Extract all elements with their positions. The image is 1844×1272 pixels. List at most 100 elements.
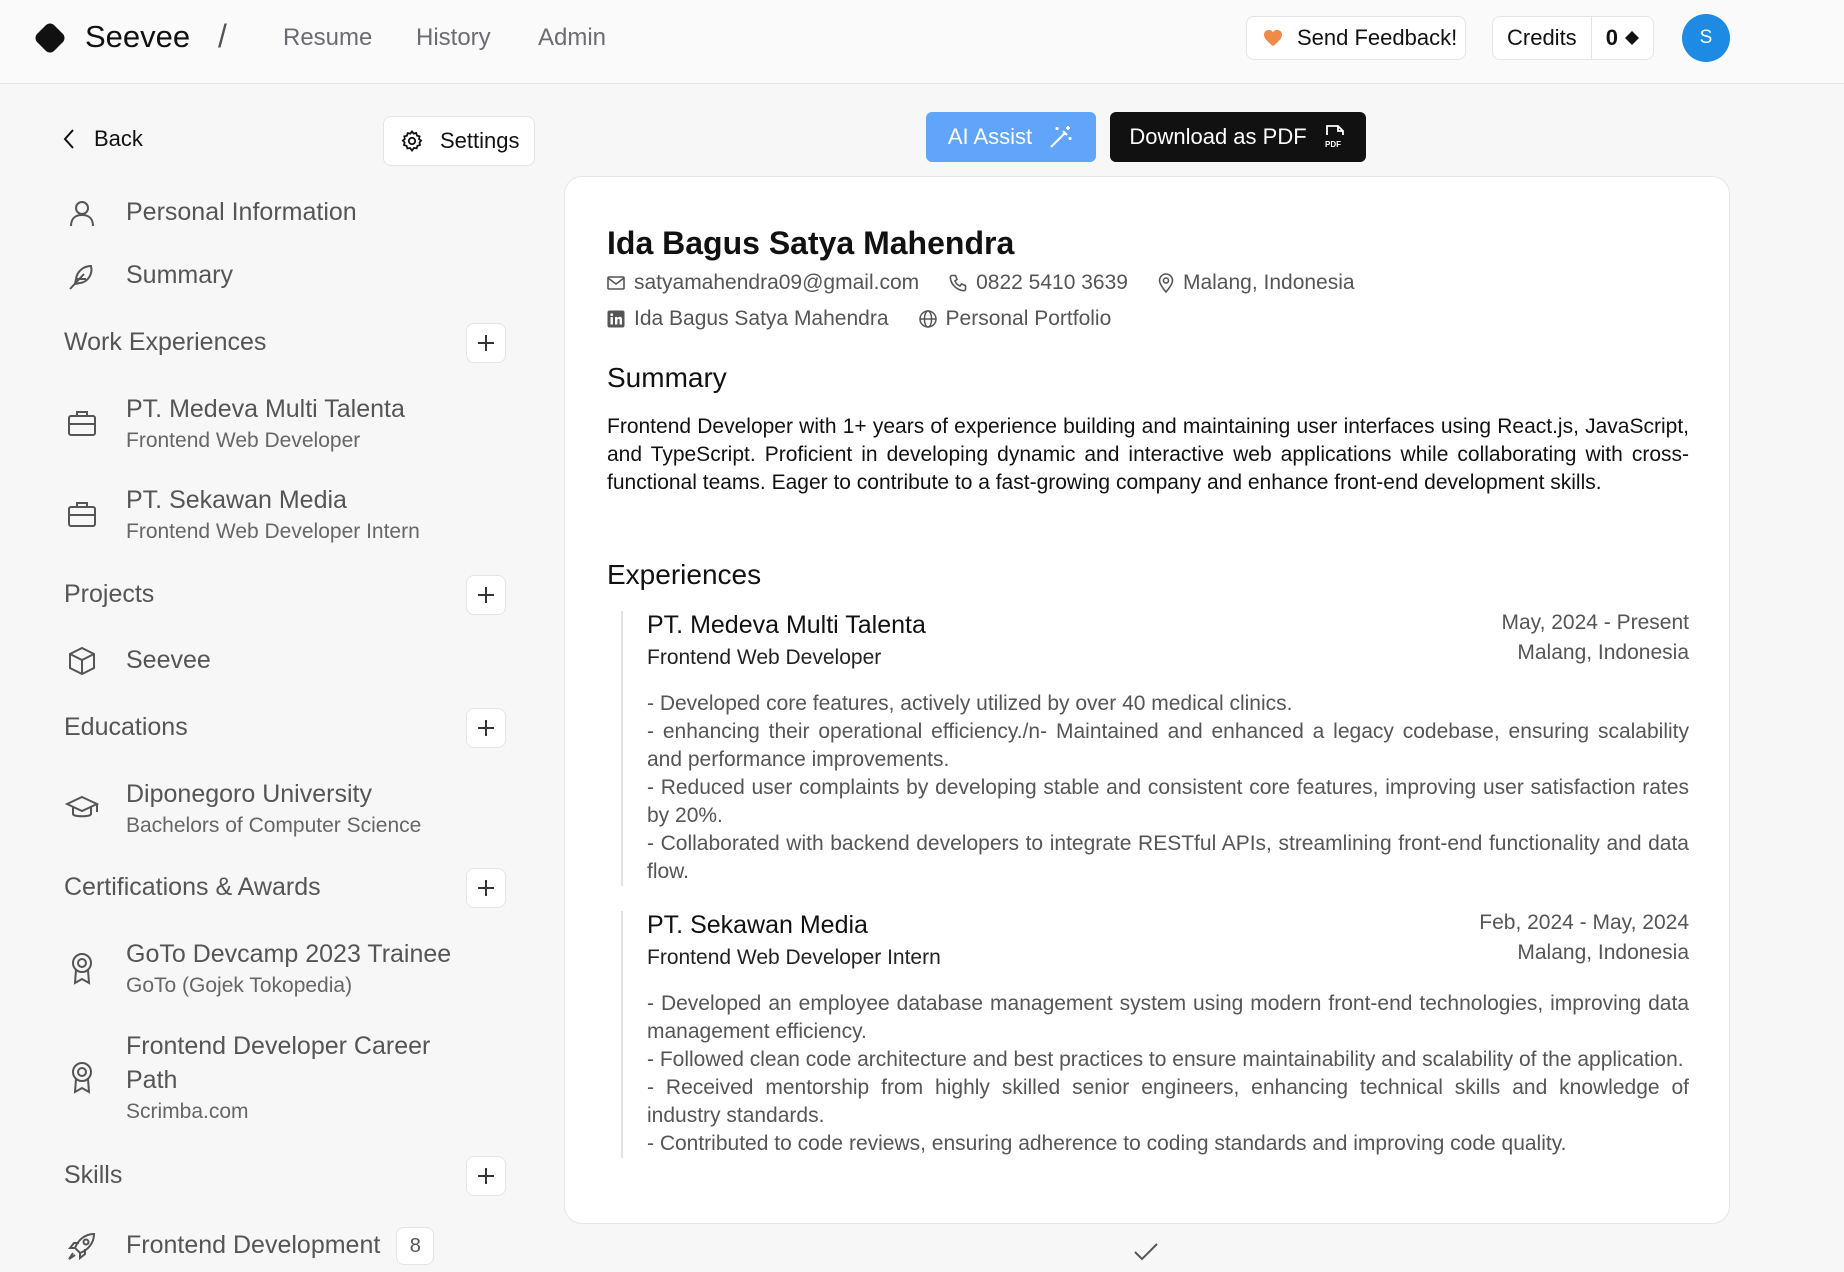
experience-company: PT. Medeva Multi Talenta <box>647 611 926 639</box>
rocket-icon <box>62 1226 102 1266</box>
linkedin-icon <box>607 310 625 328</box>
add-work-experience-button[interactable] <box>466 323 506 363</box>
experiences-heading: Experiences <box>607 559 762 590</box>
sidebar-item-education-0[interactable]: Diponegoro University Bachelors of Compu… <box>62 778 421 838</box>
nav-admin[interactable]: Admin <box>538 24 606 52</box>
feather-icon <box>62 256 102 296</box>
credits-display[interactable]: Credits 0 <box>1492 16 1654 60</box>
section-skills: Skills <box>64 1161 123 1189</box>
box-icon <box>62 641 102 681</box>
experience-bullet: - Received mentorship from highly skille… <box>647 1076 1689 1127</box>
sidebar-item-certification-0[interactable]: GoTo Devcamp 2023 Trainee GoTo (Gojek To… <box>62 938 451 998</box>
settings-button[interactable]: Settings <box>383 116 535 166</box>
sidebar-item-summary[interactable]: Summary <box>62 256 233 296</box>
sidebar-item-subtitle: Frontend Web Developer Intern <box>126 519 420 543</box>
download-pdf-label: Download as PDF <box>1129 124 1307 149</box>
contact-location-text: Malang, Indonesia <box>1182 271 1355 294</box>
contact-phone: 0822 5410 3639 <box>949 271 1128 295</box>
add-education-button[interactable] <box>466 708 506 748</box>
briefcase-icon <box>62 494 102 534</box>
experience-entry: PT. Sekawan Media Frontend Web Developer… <box>621 911 1689 1158</box>
contact-location: Malang, Indonesia <box>1158 271 1355 295</box>
contact-email: satyamahendra09@gmail.com <box>607 271 919 295</box>
send-feedback-label: Send Feedback! <box>1297 25 1458 50</box>
contact-portfolio-text: Personal Portfolio <box>945 307 1112 330</box>
summary-heading: Summary <box>607 362 727 393</box>
mail-icon <box>607 276 625 290</box>
credits-label: Credits <box>1493 17 1592 59</box>
plus-icon <box>478 1168 494 1184</box>
send-feedback-button[interactable]: Send Feedback! <box>1246 16 1466 60</box>
award-icon <box>62 948 102 988</box>
sidebar-item-label: Summary <box>126 261 233 290</box>
avatar[interactable]: S <box>1682 14 1730 62</box>
experience-bullet: - Collaborated with backend developers t… <box>647 832 1689 883</box>
contact-phone-text: 0822 5410 3639 <box>976 271 1128 294</box>
resume-name: Ida Bagus Satya Mahendra <box>607 225 1015 261</box>
back-button[interactable]: Back <box>62 126 143 152</box>
contact-linkedin-text: Ida Bagus Satya Mahendra <box>634 307 889 330</box>
add-project-button[interactable] <box>466 575 506 615</box>
summary-text: Frontend Developer with 1+ years of expe… <box>607 415 1689 494</box>
heart-icon <box>1264 29 1282 47</box>
experience-bullet: - Followed clean code architecture and b… <box>647 1048 1684 1071</box>
logo-icon[interactable] <box>33 21 67 55</box>
sidebar-item-title: Frontend Development <box>126 1231 381 1260</box>
plus-icon <box>478 880 494 896</box>
ai-assist-label: AI Assist <box>947 124 1033 149</box>
magic-wand-icon <box>1050 126 1072 148</box>
section-educations: Educations <box>64 713 188 741</box>
download-pdf-button[interactable]: Download as PDF PDF <box>1110 112 1366 162</box>
sidebar-item-subtitle: Frontend Web Developer <box>126 428 361 452</box>
experience-header: PT. Medeva Multi Talenta Frontend Web De… <box>647 611 1689 670</box>
award-icon <box>62 1057 102 1097</box>
experience-bullets: - Developed an employee database managem… <box>647 990 1689 1158</box>
sidebar-item-title: Frontend Developer Career Path <box>126 1032 431 1094</box>
briefcase-icon <box>62 403 102 443</box>
pdf-file-icon: PDF <box>1325 125 1344 149</box>
experience-bullet: - Contributed to code reviews, ensuring … <box>647 1132 1567 1155</box>
contact-linkedin[interactable]: Ida Bagus Satya Mahendra <box>607 307 889 331</box>
nav-history[interactable]: History <box>416 24 491 52</box>
sidebar-item-personal-information[interactable]: Personal Information <box>62 193 357 233</box>
contact-row-primary: satyamahendra09@gmail.com 0822 5410 3639… <box>607 271 1385 295</box>
plus-icon <box>478 587 494 603</box>
sidebar-item-certification-1[interactable]: Frontend Developer Career Path Scrimba.c… <box>62 1030 482 1124</box>
experience-dates: Feb, 2024 - May, 2024 <box>1479 911 1689 934</box>
sidebar-item-title: Seevee <box>126 646 211 675</box>
experience-bullets: - Developed core features, actively util… <box>647 690 1689 886</box>
contact-row-secondary: Ida Bagus Satya Mahendra Personal Portfo… <box>607 307 1141 331</box>
plus-icon <box>478 720 494 736</box>
sidebar-item-subtitle: Bachelors of Computer Science <box>126 813 422 837</box>
sidebar-item-title: GoTo Devcamp 2023 Trainee <box>126 940 452 968</box>
graduation-cap-icon <box>62 788 102 828</box>
plus-icon <box>478 335 494 351</box>
contact-portfolio[interactable]: Personal Portfolio <box>918 307 1112 331</box>
ai-assist-button[interactable]: AI Assist <box>926 112 1096 162</box>
section-projects: Projects <box>64 580 155 608</box>
sidebar-item-title: PT. Medeva Multi Talenta <box>126 395 405 423</box>
sidebar-item-project-0[interactable]: Seevee <box>62 641 211 681</box>
settings-label: Settings <box>440 128 520 153</box>
experience-bullet: - Developed core features, actively util… <box>647 692 1293 715</box>
sidebar-item-label: Personal Information <box>126 198 357 227</box>
sidebar-item-title: Diponegoro University <box>126 780 372 808</box>
sidebar-item-work-1[interactable]: PT. Sekawan Media Frontend Web Developer… <box>62 484 420 544</box>
nav-resume[interactable]: Resume <box>283 24 372 52</box>
experience-entry: PT. Medeva Multi Talenta Frontend Web De… <box>621 611 1689 886</box>
sidebar-item-subtitle: Scrimba.com <box>126 1099 249 1123</box>
add-skill-button[interactable] <box>466 1156 506 1196</box>
sidebar-item-skill-0[interactable]: Frontend Development 8 <box>62 1226 435 1266</box>
brand-name[interactable]: Seevee <box>85 19 190 55</box>
experience-bullet: - Reduced user complaints by developing … <box>647 776 1689 827</box>
experience-location: Malang, Indonesia <box>1517 641 1689 664</box>
globe-icon <box>918 310 937 328</box>
credits-value: 0 <box>1592 25 1640 51</box>
add-certification-button[interactable] <box>466 868 506 908</box>
experience-dates: May, 2024 - Present <box>1501 611 1689 634</box>
skill-count-badge: 8 <box>396 1227 435 1265</box>
sidebar-item-work-0[interactable]: PT. Medeva Multi Talenta Frontend Web De… <box>62 393 405 453</box>
resume-preview-card: Ida Bagus Satya Mahendra satyamahendra09… <box>564 176 1730 1224</box>
map-pin-icon <box>1158 273 1174 293</box>
top-bar: Seevee / Resume History Admin Send Feedb… <box>0 0 1844 84</box>
